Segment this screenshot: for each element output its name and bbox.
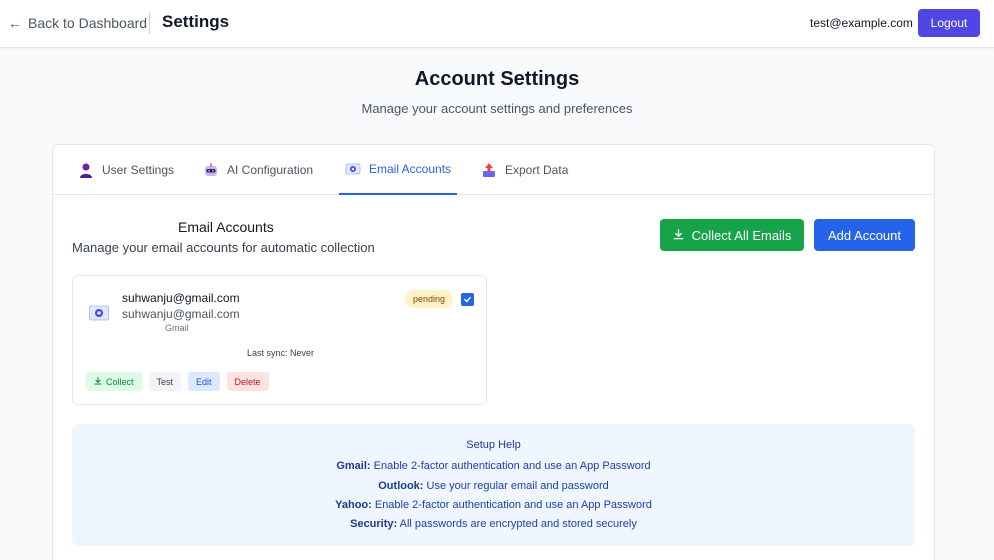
page-subtitle: Manage your account settings and prefere… [361,101,633,116]
arrow-left-icon: ← [8,15,22,31]
delete-button[interactable]: Delete [226,372,269,391]
tab-user-settings[interactable]: User Settings [72,145,180,195]
logout-button[interactable]: Logout [918,9,980,37]
help-line-yahoo: Yahoo: Enable 2-factor authentication an… [72,499,915,511]
status-badge: pending [405,290,454,308]
account-select-checkbox[interactable] [461,293,474,306]
settings-tabs: User Settings AI Configuration Email Acc… [53,145,934,195]
tab-label: Email Accounts [369,162,452,176]
user-icon [78,162,94,178]
help-line-outlook: Outlook: Use your regular email and pass… [72,480,915,492]
user-email: test@example.com [810,16,913,30]
help-label: Outlook: [378,480,424,492]
tab-ai-configuration[interactable]: AI Configuration [197,145,319,195]
account-provider: Gmail [165,323,189,333]
help-line-security: Security: All passwords are encrypted an… [72,518,915,530]
email-icon [89,305,109,321]
tab-label: AI Configuration [227,163,314,177]
help-label: Security: [350,518,398,530]
account-actions: Collect Test Edit Delete [86,372,269,391]
account-display-email: suhwanju@gmail.com [122,307,240,321]
collect-button[interactable]: Collect [86,372,142,391]
email-accounts-heading: Email Accounts [178,219,274,235]
help-text: Enable 2-factor authentication and use a… [370,460,651,472]
top-bar: ← Back to Dashboard Settings test@exampl… [0,0,994,48]
email-accounts-description: Manage your email accounts for automatic… [72,240,375,255]
help-text: All passwords are encrypted and stored s… [397,518,637,530]
help-text: Enable 2-factor authentication and use a… [371,499,652,511]
header-divider [149,12,150,34]
settings-card: User Settings AI Configuration Email Acc… [52,144,935,560]
export-icon [481,162,497,178]
back-link-label: Back to Dashboard [28,15,148,31]
robot-icon [203,162,219,178]
edit-button[interactable]: Edit [188,372,220,391]
help-label: Yahoo: [335,499,372,511]
email-icon [345,161,361,177]
header-title: Settings [162,12,230,31]
account-email: suhwanju@gmail.com [122,291,240,305]
download-icon [94,376,102,387]
add-account-button[interactable]: Add Account [814,219,915,251]
setup-help-box: Setup Help Gmail: Enable 2-factor authen… [72,424,915,546]
download-icon [673,228,684,243]
setup-help-title: Setup Help [466,439,521,451]
help-label: Gmail: [336,460,371,472]
last-sync-text: Last sync: Never [246,348,315,358]
collect-all-emails-button[interactable]: Collect All Emails [660,219,804,251]
tab-email-accounts[interactable]: Email Accounts [339,145,458,195]
help-line-gmail: Gmail: Enable 2-factor authentication an… [72,460,915,472]
test-button[interactable]: Test [148,372,182,391]
collect-all-label: Collect All Emails [691,227,792,243]
collect-label: Collect [106,376,134,387]
tab-export-data[interactable]: Export Data [475,145,574,195]
tab-label: Export Data [505,163,569,177]
tab-label: User Settings [102,163,175,177]
page-title: Account Settings [414,68,580,90]
back-to-dashboard-link[interactable]: ← Back to Dashboard [8,15,147,31]
help-text: Use your regular email and password [423,480,609,492]
email-account-card: suhwanju@gmail.com suhwanju@gmail.com Gm… [72,275,487,405]
